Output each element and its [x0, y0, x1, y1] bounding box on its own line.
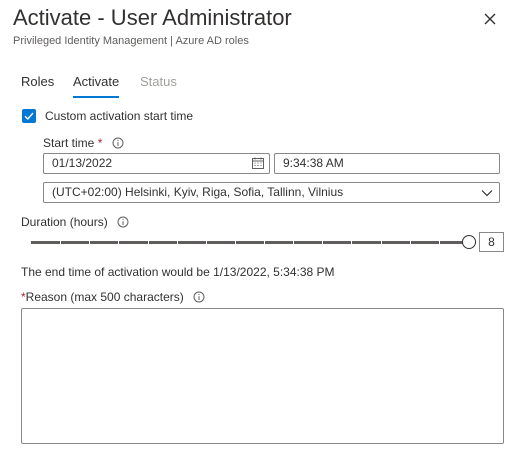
- duration-value-input[interactable]: 8: [479, 232, 504, 252]
- panel-title: Activate - User Administrator: [13, 5, 292, 30]
- timezone-value: (UTC+02:00) Helsinki, Kyiv, Riga, Sofia,…: [52, 185, 344, 199]
- slider-tick: [89, 239, 90, 246]
- slider-tick: [381, 239, 382, 246]
- tab-activate[interactable]: Activate: [73, 74, 120, 98]
- slider-tick: [410, 239, 411, 246]
- panel-subtitle: Privileged Identity Management | Azure A…: [13, 35, 249, 47]
- slider-tick: [439, 239, 440, 246]
- start-date-value: 01/13/2022: [52, 156, 113, 170]
- tab-status: Status: [140, 74, 177, 89]
- start-time-label: Start time: [43, 136, 95, 150]
- info-icon[interactable]: [112, 137, 124, 149]
- required-mark: *: [97, 136, 103, 150]
- start-time-input[interactable]: 9:34:38 AM: [274, 153, 500, 174]
- custom-start-checkbox[interactable]: [22, 109, 36, 123]
- slider-tick: [293, 239, 294, 246]
- close-button[interactable]: [480, 9, 500, 29]
- duration-label-row: Duration (hours): [21, 215, 129, 229]
- info-icon[interactable]: [193, 291, 205, 303]
- duration-slider-thumb[interactable]: [462, 235, 476, 249]
- calendar-icon[interactable]: [252, 157, 264, 169]
- slider-tick: [148, 239, 149, 246]
- slider-tick: [60, 239, 61, 246]
- slider-tick: [322, 239, 323, 246]
- reason-label: Reason (max 500 characters): [25, 290, 184, 304]
- duration-label: Duration (hours): [21, 215, 108, 229]
- slider-tick: [118, 239, 119, 246]
- custom-start-label: Custom activation start time: [45, 109, 194, 123]
- slider-tick: [264, 239, 265, 246]
- close-icon: [484, 13, 496, 25]
- reason-textarea[interactable]: [21, 308, 504, 444]
- checkmark-icon: [24, 112, 34, 121]
- reason-label-row: *Reason (max 500 characters): [21, 290, 205, 304]
- start-date-input[interactable]: 01/13/2022: [43, 153, 270, 174]
- timezone-dropdown[interactable]: (UTC+02:00) Helsinki, Kyiv, Riga, Sofia,…: [43, 182, 500, 203]
- slider-tick: [177, 239, 178, 246]
- chevron-down-icon: [481, 190, 493, 197]
- tab-roles[interactable]: Roles: [21, 74, 54, 89]
- slider-tick: [351, 239, 352, 246]
- duration-slider-track[interactable]: [31, 239, 468, 246]
- slider-tick: [206, 239, 207, 246]
- slider-tick: [235, 239, 236, 246]
- info-icon[interactable]: [117, 216, 129, 228]
- start-time-label-row: Start time *: [43, 136, 124, 150]
- end-time-text: The end time of activation would be 1/13…: [21, 265, 335, 279]
